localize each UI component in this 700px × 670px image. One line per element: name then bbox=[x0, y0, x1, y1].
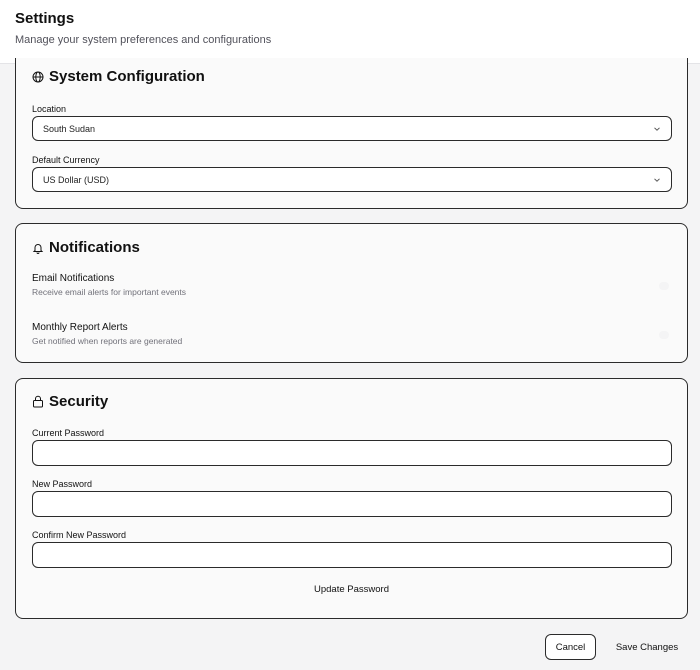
page-header: Settings Manage your system preferences … bbox=[0, 0, 700, 64]
security-title: Security bbox=[49, 393, 109, 410]
current-password-input[interactable] bbox=[32, 440, 672, 466]
system-configuration-heading: System Configuration bbox=[32, 68, 205, 85]
email-notifications-toggle[interactable] bbox=[659, 282, 669, 290]
confirm-password-input[interactable] bbox=[32, 542, 672, 568]
email-notifications-description: Receive email alerts for important event… bbox=[32, 287, 187, 297]
email-notifications-title: Email Notifications bbox=[32, 273, 115, 284]
current-password-label: Current Password bbox=[32, 428, 105, 438]
new-password-label: New Password bbox=[32, 479, 93, 489]
currency-select[interactable]: US Dollar (USD) bbox=[32, 167, 672, 192]
save-changes-button[interactable]: Save Changes bbox=[610, 634, 684, 660]
cancel-button[interactable]: Cancel bbox=[545, 634, 596, 660]
bell-icon bbox=[32, 243, 44, 254]
location-value: South Sudan bbox=[43, 123, 96, 134]
page-title: Settings bbox=[15, 10, 75, 27]
monthly-report-alerts-description: Get notified when reports are generated bbox=[32, 336, 183, 346]
new-password-input[interactable] bbox=[32, 491, 672, 517]
system-configuration-title: System Configuration bbox=[49, 68, 205, 85]
update-password-button[interactable]: Update Password bbox=[16, 584, 687, 595]
currency-label: Default Currency bbox=[32, 155, 100, 165]
page-subtitle: Manage your system preferences and confi… bbox=[15, 34, 272, 46]
chevron-down-icon bbox=[654, 126, 660, 131]
system-configuration-card: System Configuration Location South Suda… bbox=[15, 58, 688, 209]
notifications-card: Notifications Email Notifications Receiv… bbox=[15, 223, 688, 363]
monthly-report-alerts-title: Monthly Report Alerts bbox=[32, 322, 128, 333]
monthly-report-alerts-toggle[interactable] bbox=[659, 331, 669, 339]
currency-value: US Dollar (USD) bbox=[43, 174, 110, 185]
security-heading: Security bbox=[32, 393, 108, 410]
location-select[interactable]: South Sudan bbox=[32, 116, 672, 141]
security-card: Security Current Password New Password C… bbox=[15, 378, 688, 619]
chevron-down-icon bbox=[654, 177, 660, 182]
confirm-password-label: Confirm New Password bbox=[32, 530, 127, 540]
notifications-heading: Notifications bbox=[32, 239, 140, 256]
globe-icon bbox=[32, 71, 44, 82]
notifications-title: Notifications bbox=[49, 239, 140, 256]
location-label: Location bbox=[32, 104, 67, 114]
lock-icon bbox=[33, 395, 43, 408]
